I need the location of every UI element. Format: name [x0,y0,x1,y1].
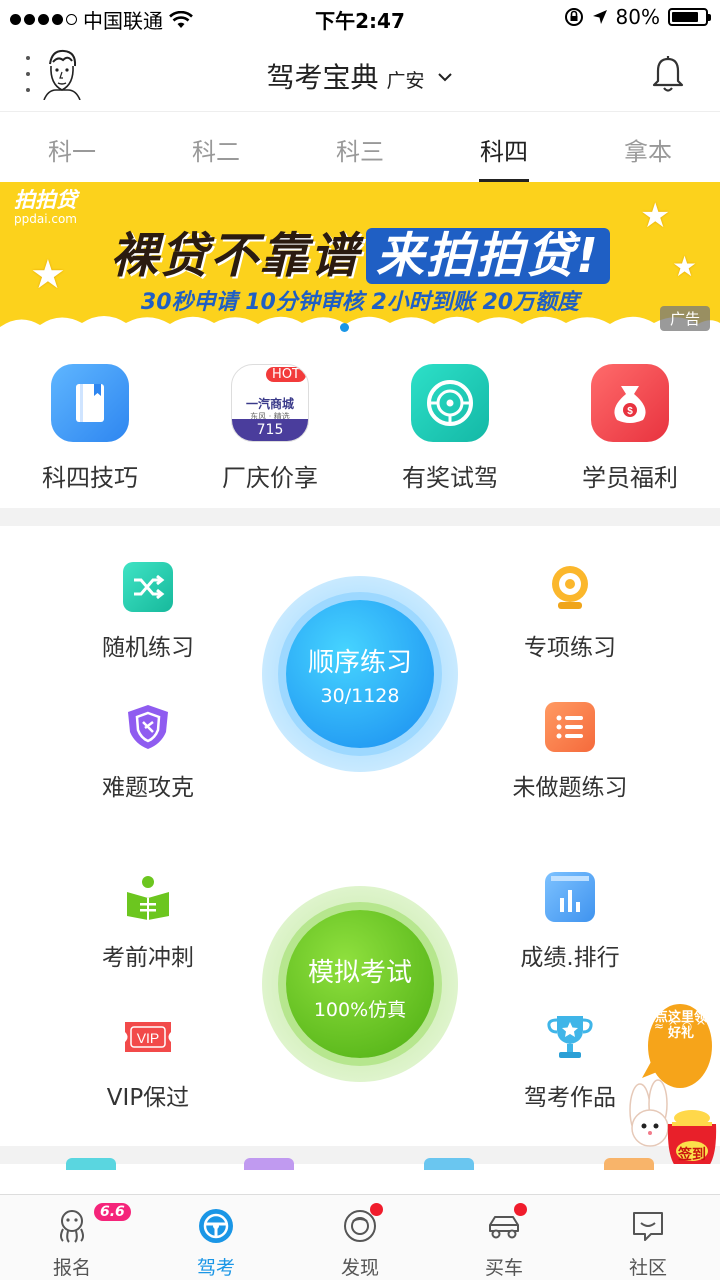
vip-pass-button[interactable]: VIP VIP保过 [48,1012,248,1112]
promo-number: 715 [232,419,308,441]
vip-ticket-icon: VIP [123,1012,173,1062]
app-title-text: 驾考宝典 [266,61,379,94]
vip-badge-text: VIP [137,1030,160,1046]
undone-practice-label: 未做题练习 [512,775,628,801]
bottom-nav: 报名 6.6 驾考 发现 买车 社区 [0,1194,720,1280]
random-practice-button[interactable]: 随机练习 [48,562,248,662]
hard-questions-label: 难题攻克 [102,775,194,801]
quick-label-benefits: 学员福利 [582,464,678,492]
nav-enroll-label: 报名 [52,1257,91,1279]
quick-label-test-drive: 有奖试驾 [402,464,498,492]
topic-practice-button[interactable]: 专项练习 [470,562,670,662]
hot-badge: HOT [266,367,306,382]
chat-icon [633,1212,663,1241]
rotation-lock-icon [564,8,583,26]
status-right: 80% [564,5,711,29]
banner-pagination[interactable] [340,323,366,332]
city-selector[interactable]: 广安 [387,70,425,92]
status-bar: 中国联通 下午2:47 80% [0,0,720,36]
tab-ke-si[interactable]: 科四 [432,112,576,182]
battery-icon [668,8,711,26]
nav-driving-exam[interactable]: 驾考 [144,1195,288,1280]
title-bar: 驾考宝典 广安 [0,36,720,112]
car-promo-icon: HOT 一汽商城 东风 · 精选 715 [231,364,309,442]
quick-item-test-drive[interactable]: 有奖试驾 [360,338,540,508]
reading-icon [123,872,173,922]
shuffle-icon [123,562,173,612]
svg-text:$: $ [627,406,633,417]
mock-exam-title: 模拟考试 [307,958,412,988]
chevron-down-icon[interactable] [437,71,453,83]
banner-page-dot[interactable] [357,323,366,332]
nav-community[interactable]: 社区 [576,1195,720,1280]
banner-headline: 裸贷不靠谱 来拍拍贷! [0,216,720,286]
steering-icon [199,1209,233,1243]
steering-wheel-icon [411,364,489,442]
book-icon [51,364,129,442]
battery-percent: 80% [615,5,660,29]
topic-practice-label: 专项练习 [524,635,616,661]
mock-exam-subtitle: 100%仿真 [313,999,407,1021]
nav-driving-exam-label: 驾考 [196,1257,235,1279]
nav-discover[interactable]: 发现 [288,1195,432,1280]
quick-label-promo: 厂庆价享 [222,464,318,492]
list-icon [545,702,595,752]
nav-buy-car-dot [514,1203,527,1216]
undone-practice-button[interactable]: 未做题练习 [470,702,670,802]
quick-entry-grid: 科四技巧 HOT 一汽商城 东风 · 精选 715 厂庆价享 有奖试驾 $ 学员… [0,338,720,508]
quick-item-promo[interactable]: HOT 一汽商城 东风 · 精选 715 厂庆价享 [180,338,360,508]
banner-headline-left: 裸贷不靠谱 [110,228,361,284]
tab-ke-yi[interactable]: 科一 [0,112,144,182]
nav-enroll-badge: 6.6 [94,1203,131,1221]
nav-buy-car-label: 买车 [484,1257,523,1279]
bell-icon[interactable] [650,54,686,94]
trophy-icon [545,1012,595,1062]
sequential-practice-progress: 30/1128 [320,685,400,707]
nav-discover-label: 发现 [340,1257,379,1279]
mock-exam-button[interactable]: 模拟考试 100%仿真 [262,886,458,1082]
tab-na-ben[interactable]: 拿本 [576,112,720,182]
sprint-label: 考前冲刺 [102,945,194,971]
hard-questions-button[interactable]: 难题攻克 [48,702,248,802]
sequential-practice-title: 顺序练习 [307,648,412,678]
nav-buy-car[interactable]: 买车 [432,1195,576,1280]
octopus-icon [60,1210,84,1243]
quick-label-tips: 科四技巧 [42,464,138,492]
sprint-button[interactable]: 考前冲刺 [48,872,248,972]
random-practice-label: 随机练习 [102,635,194,661]
scores-ranking-button[interactable]: 成绩.排行 [470,872,670,972]
banner-page-dot[interactable] [340,323,349,332]
scores-ranking-label: 成绩.排行 [520,945,620,971]
ad-label: 广告 [659,306,710,331]
nav-enroll[interactable]: 报名 6.6 [0,1195,144,1280]
vip-pass-label: VIP保过 [106,1085,190,1111]
target-icon [545,562,595,612]
tab-ke-er[interactable]: 科二 [144,112,288,182]
banner-headline-right: 来拍拍贷! [366,228,610,284]
banner-brand: 拍拍贷 [14,188,77,212]
promo-bubble-text: 点这里领好礼 [654,1010,707,1041]
promo-bag-text: 签到 [678,1147,706,1163]
checkin-promo-float[interactable]: ≈ ^ ○ ^ 点这里领好礼 签到 [610,1000,720,1180]
money-bag-icon: $ [591,364,669,442]
tab-ke-san[interactable]: 科三 [288,112,432,182]
nav-discover-dot [370,1203,383,1216]
shield-icon [123,702,173,752]
subject-tabs: 科一 科二 科三 科四 拿本 [0,112,720,182]
next-section-peek [0,1158,720,1194]
ad-banner[interactable]: ★ ★ ★ 拍拍贷 ppdai.com 裸贷不靠谱 来拍拍贷! 30秒申请 10分… [0,182,720,338]
quick-item-benefits[interactable]: $ 学员福利 [540,338,720,508]
app-title[interactable]: 驾考宝典 广安 [0,56,720,96]
sequential-practice-button[interactable]: 顺序练习 30/1128 [262,576,458,772]
promo-tile-title: 一汽商城 [245,397,294,411]
location-arrow-icon [592,10,607,24]
quick-item-tips[interactable]: 科四技巧 [0,338,180,508]
nav-community-label: 社区 [628,1257,667,1279]
bar-chart-icon [545,872,595,922]
